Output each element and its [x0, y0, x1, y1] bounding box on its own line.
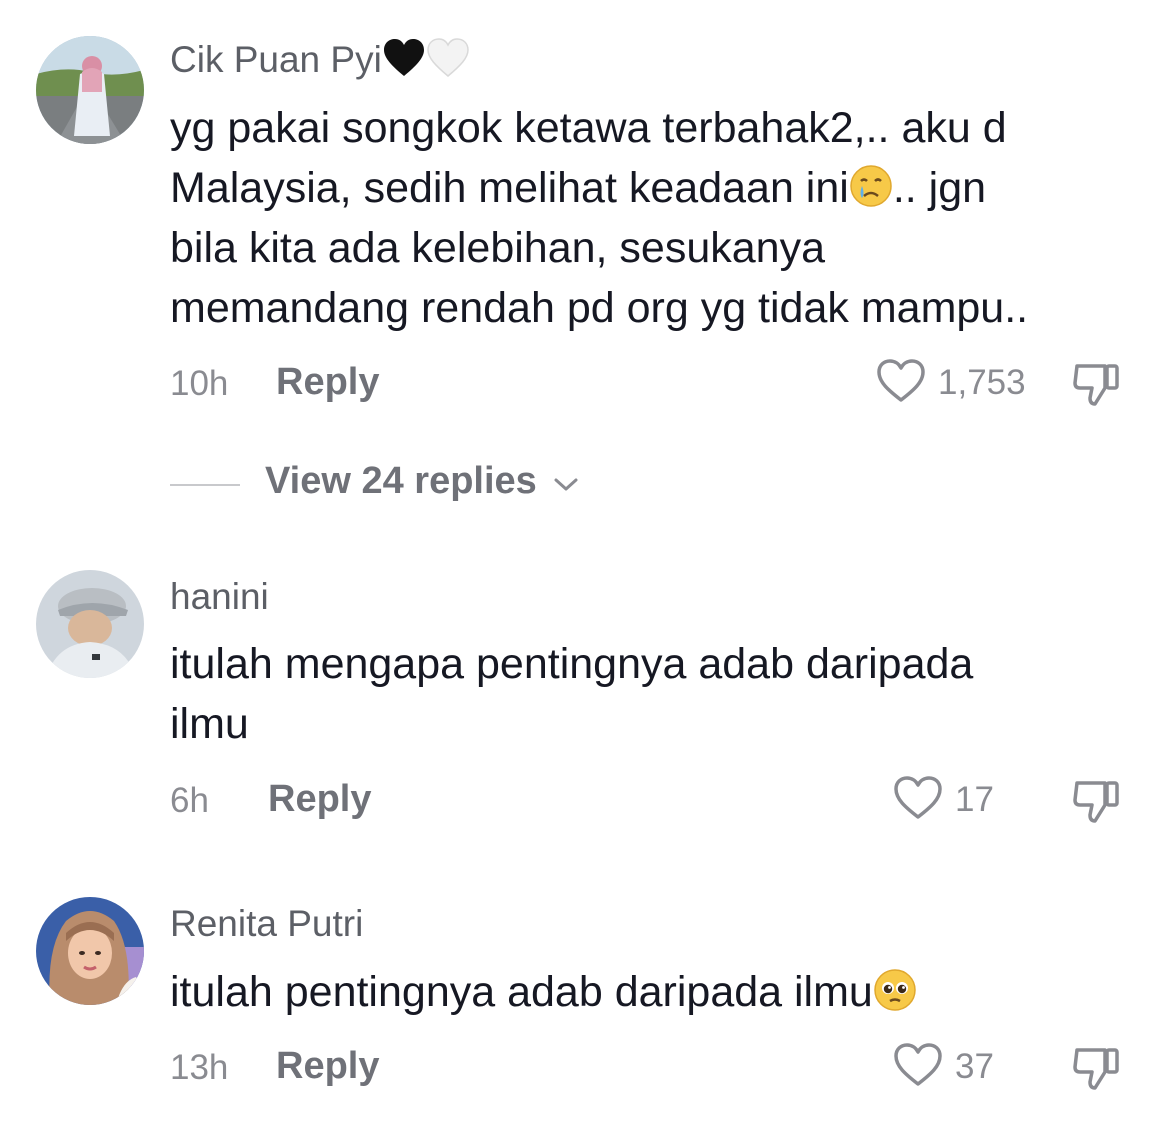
white-heart-icon: [426, 38, 470, 78]
pleading-face-icon: [873, 968, 917, 1012]
like-count: 17: [955, 780, 994, 819]
comment-meta: 6h Reply 17: [0, 775, 1170, 825]
comment-line: itulah pentingnya adab daripada ilmu: [170, 962, 1130, 1022]
comment-line: itulah mengapa pentingnya adab daripada: [170, 640, 974, 688]
username[interactable]: Renita Putri: [170, 903, 363, 945]
comment-line: bila kita ada kelebihan, sesukanya: [170, 224, 825, 272]
timestamp: 6h: [170, 781, 209, 820]
thumbs-down-icon[interactable]: [1071, 358, 1123, 408]
heart-outline-icon[interactable]: [893, 775, 943, 826]
black-heart-icon: [382, 38, 426, 78]
thumbs-down-icon[interactable]: [1071, 775, 1123, 825]
like-button[interactable]: 37: [893, 1042, 994, 1092]
crying-face-icon: [849, 164, 893, 208]
divider: [170, 484, 240, 486]
comment-text: itulah mengapa pentingnya adab daripada …: [170, 634, 1130, 754]
thumbs-down-icon[interactable]: [1071, 1042, 1123, 1092]
comment-line-part: itulah pentingnya adab daripada ilmu: [170, 968, 873, 1016]
avatar[interactable]: [36, 36, 144, 144]
comment-line: Malaysia, sedih melihat keadaan ini .. jg…: [170, 158, 1130, 218]
comment-line: ilmu: [170, 700, 249, 748]
comment-text: yg pakai songkok ketawa terbahak2,.. aku…: [170, 98, 1130, 338]
username-text[interactable]: Cik Puan Pyi: [170, 39, 382, 80]
view-replies-label[interactable]: View 24 replies: [265, 460, 537, 503]
avatar[interactable]: [36, 570, 144, 678]
username[interactable]: Cik Puan Pyi: [170, 38, 470, 81]
comment-line-part: .. jgn: [892, 164, 987, 212]
reply-button[interactable]: Reply: [276, 1045, 379, 1088]
view-replies-button[interactable]: View 24 replies: [0, 460, 1170, 510]
like-count: 1,753: [938, 363, 1026, 402]
comment-meta: 10h Reply 1,753: [0, 358, 1170, 408]
reply-button[interactable]: Reply: [268, 778, 371, 821]
avatar[interactable]: [36, 897, 144, 1005]
comment-meta: 13h Reply 37: [0, 1042, 1170, 1092]
comment-line: memandang rendah pd org yg tidak mampu..: [170, 284, 1029, 332]
comment-line: yg pakai songkok ketawa terbahak2,.. aku…: [170, 104, 1007, 152]
like-button[interactable]: 1,753: [876, 358, 1026, 408]
heart-outline-icon[interactable]: [876, 358, 926, 409]
reply-button[interactable]: Reply: [276, 361, 379, 404]
username[interactable]: hanini: [170, 576, 269, 618]
heart-outline-icon[interactable]: [893, 1042, 943, 1093]
timestamp: 10h: [170, 364, 229, 403]
comment-text: itulah pentingnya adab daripada ilmu: [170, 962, 1130, 1022]
chevron-down-icon[interactable]: [552, 474, 580, 494]
comment-line-part: Malaysia, sedih melihat keadaan ini: [170, 164, 849, 212]
like-button[interactable]: 17: [893, 775, 994, 825]
like-count: 37: [955, 1047, 994, 1086]
timestamp: 13h: [170, 1048, 229, 1087]
